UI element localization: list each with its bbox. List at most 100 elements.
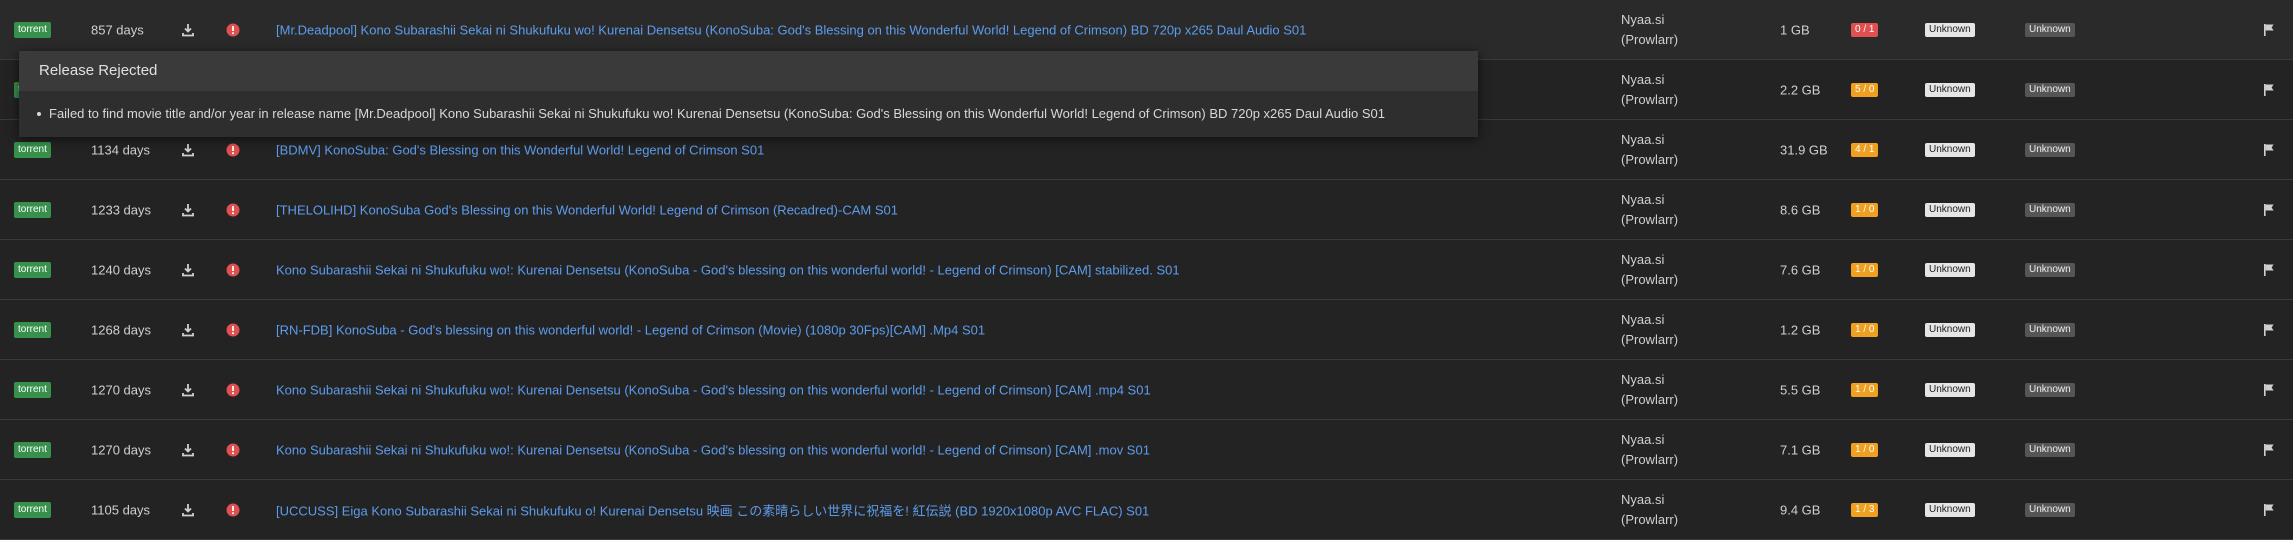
table-row[interactable]: torrent 1270 days Kono Subarashii Sekai … <box>0 360 2293 420</box>
indexer-cell: Nyaa.si (Prowlarr) <box>1621 490 1678 530</box>
flag-icon[interactable] <box>2262 23 2276 37</box>
table-row[interactable]: torrent 1268 days [RN-FDB] KonoSuba - Go… <box>0 300 2293 360</box>
age-cell: 1134 days <box>91 142 151 157</box>
protocol-badge: torrent <box>14 381 51 398</box>
language-badge: Unknown <box>1925 142 1975 157</box>
protocol-badge: torrent <box>14 261 51 278</box>
download-icon[interactable] <box>181 503 195 517</box>
download-icon[interactable] <box>181 203 195 217</box>
indexer-source: (Prowlarr) <box>1621 211 1679 227</box>
table-row[interactable]: torrent 1270 days Kono Subarashii Sekai … <box>0 420 2293 480</box>
indexer-source: (Prowlarr) <box>1621 391 1679 407</box>
indexer-source: (Prowlarr) <box>1621 91 1679 107</box>
age-cell: 1268 days <box>91 322 151 337</box>
indexer-source: (Prowlarr) <box>1621 451 1679 467</box>
size-cell: 1.2 GB <box>1780 322 1821 337</box>
indexer-name: Nyaa.si <box>1621 251 1665 267</box>
peers-badge: 1 / 3 <box>1851 502 1879 517</box>
indexer-name: Nyaa.si <box>1621 491 1665 507</box>
indexer-source: (Prowlarr) <box>1621 151 1679 167</box>
release-title-link[interactable]: [Mr.Deadpool] Kono Subarashii Sekai ni S… <box>276 22 1306 37</box>
table-row[interactable]: torrent 1240 days Kono Subarashii Sekai … <box>0 240 2293 300</box>
age-cell: 1270 days <box>91 442 151 457</box>
language-badge: Unknown <box>1925 442 1975 457</box>
download-icon[interactable] <box>181 443 195 457</box>
indexer-cell: Nyaa.si (Prowlarr) <box>1621 370 1678 410</box>
indexer-name: Nyaa.si <box>1621 371 1665 387</box>
indexer-cell: Nyaa.si (Prowlarr) <box>1621 430 1678 470</box>
peers-badge: 1 / 0 <box>1851 322 1879 337</box>
protocol-badge: torrent <box>14 501 51 518</box>
flag-icon[interactable] <box>2262 503 2276 517</box>
peers-badge: 1 / 0 <box>1851 262 1879 277</box>
rejected-icon[interactable] <box>226 323 240 337</box>
download-icon[interactable] <box>181 323 195 337</box>
indexer-cell: Nyaa.si (Prowlarr) <box>1621 250 1678 290</box>
peers-badge: 0 / 1 <box>1851 22 1879 37</box>
size-cell: 5.5 GB <box>1780 382 1821 397</box>
size-cell: 31.9 GB <box>1780 142 1828 157</box>
indexer-source: (Prowlarr) <box>1621 331 1679 347</box>
quality-badge: Unknown <box>2025 382 2075 397</box>
quality-badge: Unknown <box>2025 442 2075 457</box>
rejected-icon[interactable] <box>226 143 240 157</box>
indexer-source: (Prowlarr) <box>1621 511 1679 527</box>
indexer-cell: Nyaa.si (Prowlarr) <box>1621 310 1678 350</box>
flag-icon[interactable] <box>2262 83 2276 97</box>
age-cell: 1240 days <box>91 262 151 277</box>
indexer-name: Nyaa.si <box>1621 71 1665 87</box>
flag-icon[interactable] <box>2262 443 2276 457</box>
release-title-link[interactable]: Kono Subarashii Sekai ni Shukufuku wo!: … <box>276 382 1151 397</box>
peers-badge: 5 / 0 <box>1851 82 1879 97</box>
flag-icon[interactable] <box>2262 383 2276 397</box>
flag-icon[interactable] <box>2262 263 2276 277</box>
download-icon[interactable] <box>181 383 195 397</box>
release-title-link[interactable]: [THELOLIHD] KonoSuba God's Blessing on t… <box>276 202 898 217</box>
protocol-badge: torrent <box>14 141 51 158</box>
indexer-cell: Nyaa.si (Prowlarr) <box>1621 10 1678 50</box>
quality-badge: Unknown <box>2025 22 2075 37</box>
rejected-icon[interactable] <box>226 203 240 217</box>
download-icon[interactable] <box>181 263 195 277</box>
indexer-source: (Prowlarr) <box>1621 31 1679 47</box>
table-row[interactable]: torrent 1105 days [UCCUSS] Eiga Kono Sub… <box>0 480 2293 540</box>
flag-icon[interactable] <box>2262 323 2276 337</box>
release-title-link[interactable]: [BDMV] KonoSuba: God's Blessing on this … <box>276 142 764 157</box>
release-title-link[interactable]: [UCCUSS] Eiga Kono Subarashii Sekai ni S… <box>276 500 1149 519</box>
download-icon[interactable] <box>181 143 195 157</box>
age-cell: 1105 days <box>91 502 151 517</box>
flag-icon[interactable] <box>2262 203 2276 217</box>
quality-badge: Unknown <box>2025 322 2075 337</box>
rejected-icon[interactable] <box>226 23 240 37</box>
language-badge: Unknown <box>1925 202 1975 217</box>
rejected-icon[interactable] <box>226 383 240 397</box>
indexer-cell: Nyaa.si (Prowlarr) <box>1621 70 1678 110</box>
download-icon[interactable] <box>181 23 195 37</box>
indexer-name: Nyaa.si <box>1621 311 1665 327</box>
rejected-icon[interactable] <box>226 263 240 277</box>
quality-badge: Unknown <box>2025 142 2075 157</box>
language-badge: Unknown <box>1925 82 1975 97</box>
flag-icon[interactable] <box>2262 143 2276 157</box>
indexer-name: Nyaa.si <box>1621 11 1665 27</box>
quality-badge: Unknown <box>2025 202 2075 217</box>
release-title-link[interactable]: [RN-FDB] KonoSuba - God's blessing on th… <box>276 322 985 337</box>
size-cell: 7.1 GB <box>1780 442 1821 457</box>
rejection-reason: Failed to find movie title and/or year i… <box>37 91 1478 137</box>
quality-badge: Unknown <box>2025 262 2075 277</box>
table-row[interactable]: torrent 1233 days [THELOLIHD] KonoSuba G… <box>0 180 2293 240</box>
rejected-icon[interactable] <box>226 503 240 517</box>
indexer-source: (Prowlarr) <box>1621 271 1679 287</box>
peers-badge: 1 / 0 <box>1851 442 1879 457</box>
rejection-reason-list: Failed to find movie title and/or year i… <box>37 91 1478 137</box>
language-badge: Unknown <box>1925 502 1975 517</box>
protocol-badge: torrent <box>14 321 51 338</box>
rejected-icon[interactable] <box>226 443 240 457</box>
popover-body: Failed to find movie title and/or year i… <box>19 91 1478 137</box>
quality-badge: Unknown <box>2025 502 2075 517</box>
release-title-link[interactable]: Kono Subarashii Sekai ni Shukufuku wo!: … <box>276 442 1150 457</box>
size-cell: 8.6 GB <box>1780 202 1821 217</box>
size-cell: 7.6 GB <box>1780 262 1821 277</box>
release-title-link[interactable]: Kono Subarashii Sekai ni Shukufuku wo!: … <box>276 262 1180 277</box>
age-cell: 857 days <box>91 22 144 37</box>
